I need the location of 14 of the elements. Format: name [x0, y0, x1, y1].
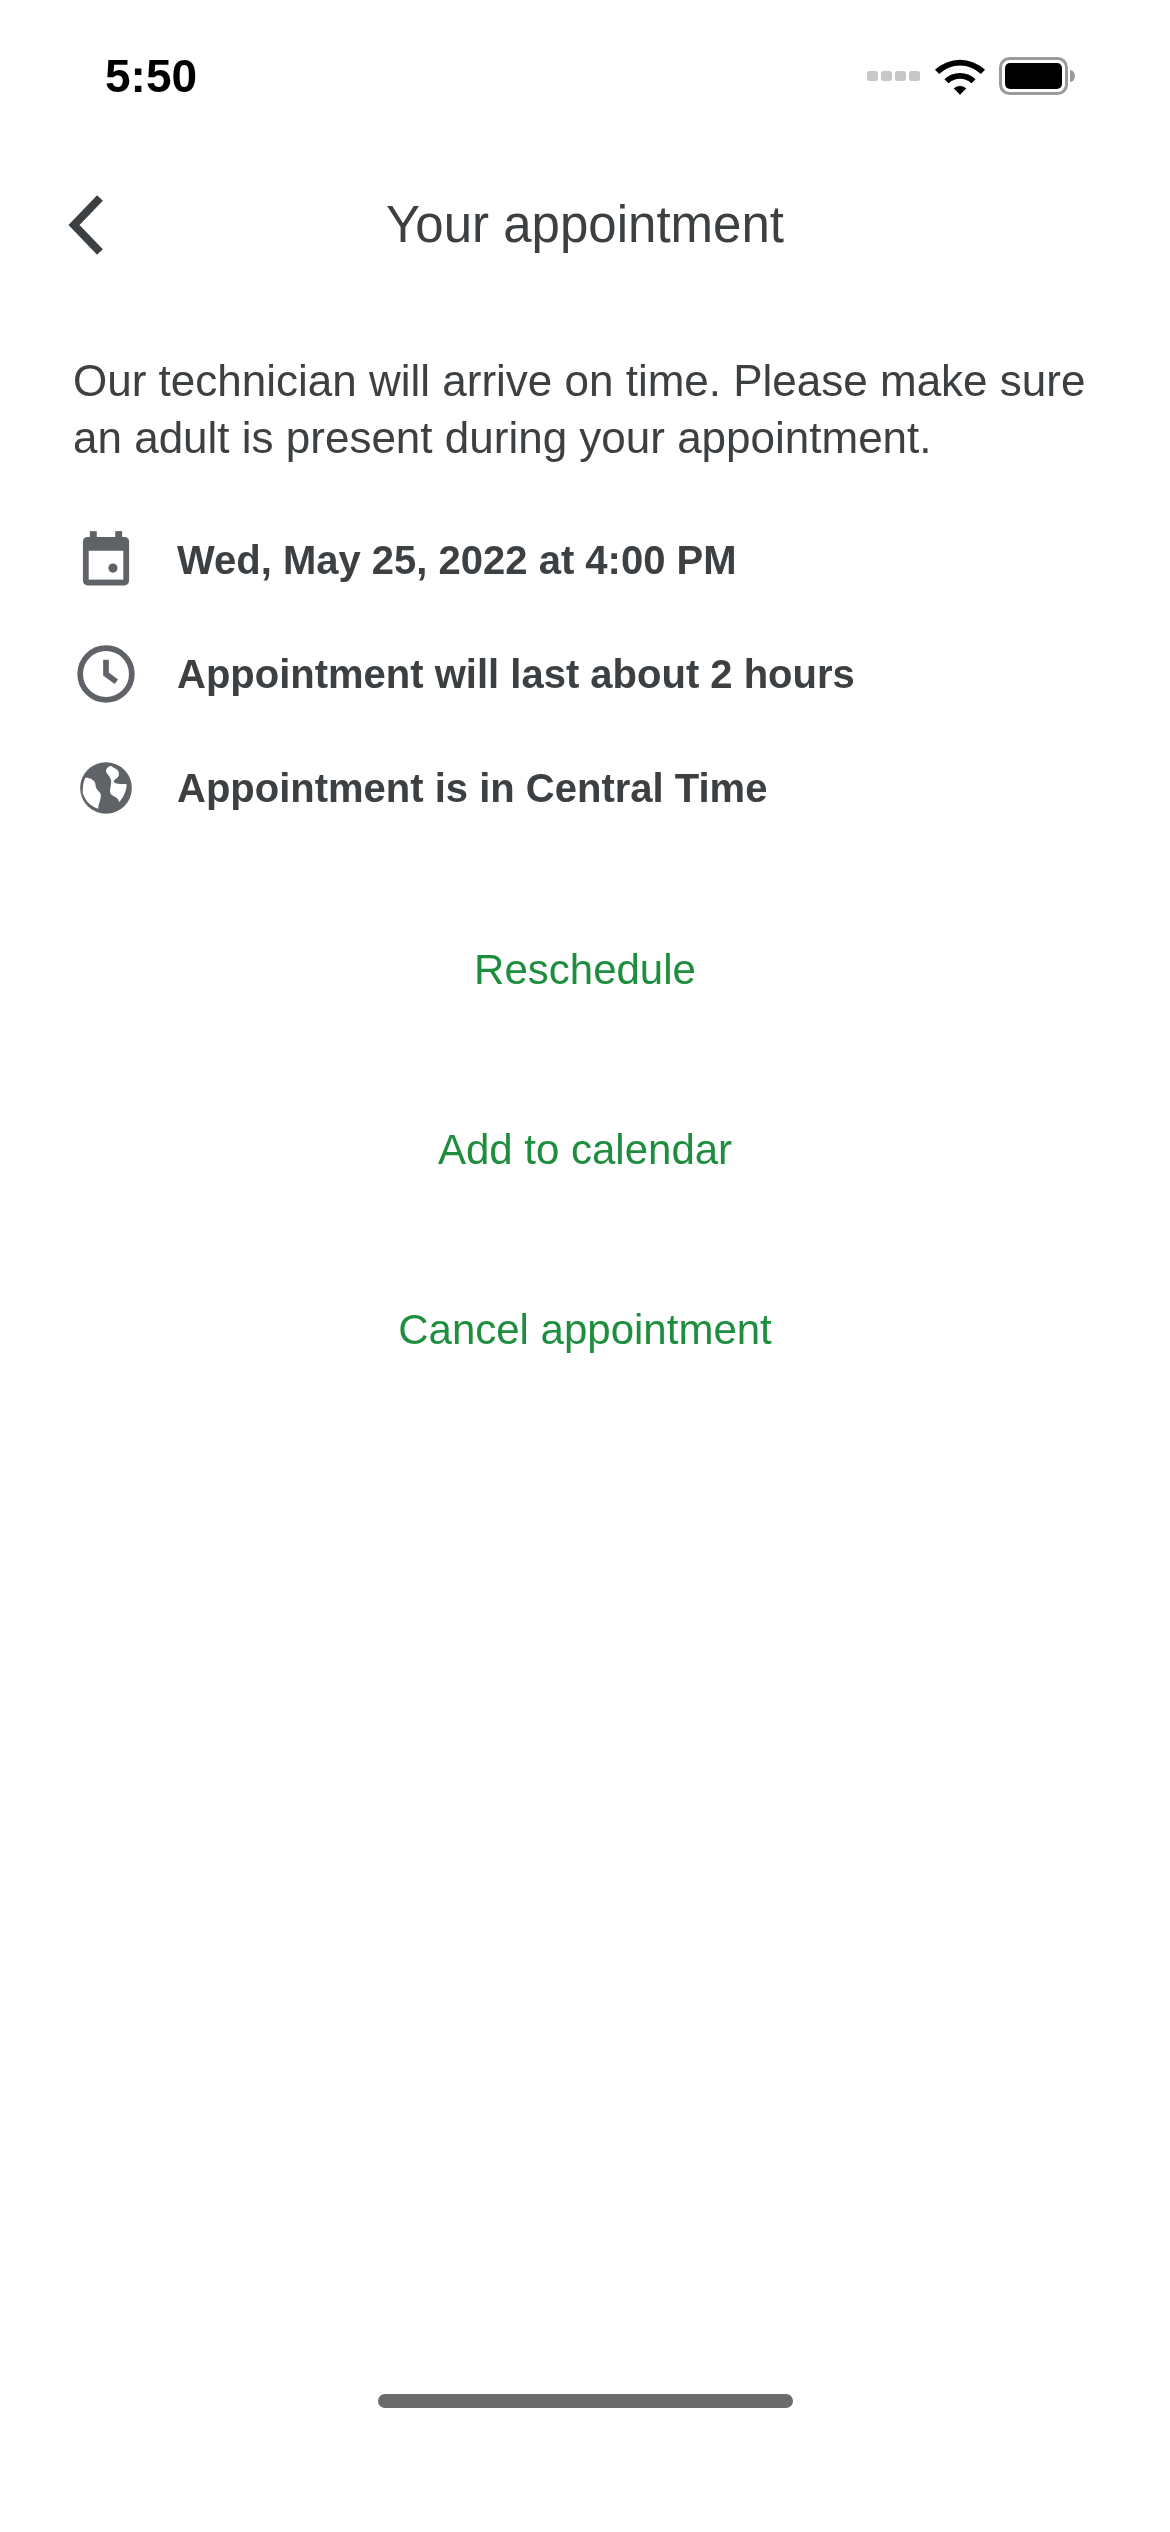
status-time: 5:50: [105, 48, 198, 104]
action-link[interactable]: Add to calendar: [421, 1110, 749, 1190]
wifi-icon: [935, 57, 985, 95]
notice-text: Our technician will arrive on time. Please make sure an adult is present during your appointment.: [73, 355, 1087, 464]
detail-text: Wed, May 25, 2022 at 4:00 PM: [177, 537, 737, 584]
action-link[interactable]: Cancel appointment: [382, 1290, 788, 1370]
battery-icon: [999, 57, 1075, 95]
page-title: Your appointment: [386, 194, 784, 255]
detail-text: Appointment will last about 2 hours: [177, 651, 855, 698]
back-icon[interactable]: [66, 194, 106, 256]
signal-icon: [867, 69, 921, 83]
detail-text: Appointment is in Central Time: [177, 765, 768, 812]
clock-icon: [75, 643, 137, 705]
action-link[interactable]: Reschedule: [458, 930, 712, 1010]
